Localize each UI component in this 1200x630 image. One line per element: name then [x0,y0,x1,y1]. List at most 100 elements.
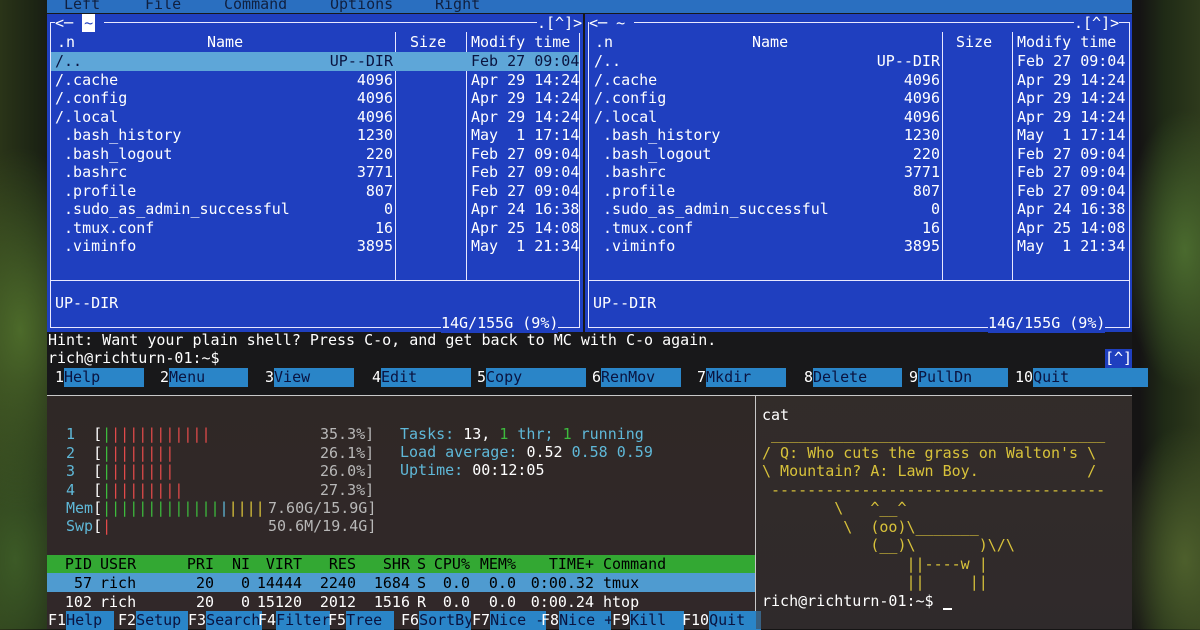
left-file-panel[interactable]: <─ ~ .[^]> .n Name Size Modify time /.. U… [47,14,583,333]
fkey-pulldn[interactable]: 9PullDn [909,368,1009,387]
file-size: 4096 [903,89,940,107]
cpu-id: 2 [66,443,76,462]
cowsay-line: || || [762,573,988,591]
file-row[interactable]: .bash_history 1230 May 1 17:14 [51,126,579,145]
col-sort-indicator[interactable]: .n [595,33,613,52]
menu-file[interactable]: File [145,0,181,14]
col-name[interactable]: Name [207,33,243,52]
file-name: /.config [594,89,667,107]
file-modify-time: May 1 17:14 [1017,126,1126,144]
htop-fkey-search[interactable]: F3Search [188,611,263,630]
file-row[interactable]: /.config 4096 Apr 29 14:24 [589,89,1129,108]
file-name: .sudo_as_admin_successful [55,200,290,218]
right-panel-nav-icon[interactable]: <─ [589,14,616,32]
file-modify-time: Apr 29 14:24 [1017,70,1126,89]
file-row[interactable]: /.cache 4096 Apr 29 14:24 [51,71,579,90]
left-panel-nav-icon[interactable]: <─ [55,14,82,32]
htop-column-label: Command [603,555,667,573]
process-cell: 102 [64,592,92,611]
fkey-number: F4 [258,611,277,629]
fkey-help[interactable]: 1Help [55,368,145,387]
fkey-label: Tree [346,611,395,630]
file-row[interactable]: .bashrc 3771 Feb 27 09:04 [589,163,1129,182]
mc-history-button[interactable]: [^] [1105,349,1132,368]
file-row[interactable]: /.. UP--DIR Feb 27 09:04 [51,52,579,71]
col-modify-time[interactable]: Modify time [1017,33,1116,52]
cpu-percent: 35.3%] [320,425,375,443]
col-size[interactable]: Size [410,33,446,52]
mc-hint: Hint: Want your plain shell? Press C-o, … [48,331,717,349]
file-modify-time: Feb 27 09:04 [471,144,580,163]
file-name: .bashrc [55,163,128,181]
file-row[interactable]: /.. UP--DIR Feb 27 09:04 [589,52,1129,71]
file-name: .viminfo [55,237,137,255]
left-panel-hotlist[interactable]: .[^]> [537,14,583,33]
fkey-number: F6 [401,611,420,629]
htop-fkey-help[interactable]: F1Help [48,611,115,630]
fkey-delete[interactable]: 8Delete [804,368,903,387]
htop-fkey-tree[interactable]: F5Tree [328,611,395,630]
fkey-menu[interactable]: 2Menu [160,368,249,387]
htop-fkey-nice[interactable]: F8Nice + [541,611,612,630]
process-cell: 0:00.32 [530,574,594,592]
file-row[interactable]: /.cache 4096 Apr 29 14:24 [589,71,1129,90]
cursor [942,608,952,610]
col-size[interactable]: Size [956,33,992,52]
fkey-number: 6 [592,368,602,386]
col-name[interactable]: Name [752,33,788,52]
cpu-bars-user: | [102,443,112,462]
htop-fkey-nice[interactable]: F7Nice - [472,611,547,630]
shell-prompt[interactable]: rich@richturn-01:~$ [762,592,952,611]
shell-command: cat [762,406,790,424]
file-row[interactable]: /.config 4096 Apr 29 14:24 [51,89,579,108]
htop-fkey-filter[interactable]: F4Filter [258,611,331,630]
fkey-number: 3 [265,368,275,386]
file-row[interactable]: /.local 4096 Apr 29 14:24 [589,108,1129,127]
file-name: .bash_history [594,126,721,144]
file-row[interactable]: .bash_logout 220 Feb 27 09:04 [589,145,1129,164]
file-row[interactable]: .viminfo 3895 May 1 21:34 [589,237,1129,256]
right-panel-hotlist[interactable]: .[^]> [1074,14,1120,33]
fkey-mkdir[interactable]: 7Mkdir [697,368,787,387]
menu-command[interactable]: Command [224,0,287,14]
right-panel-path: ~ [616,14,626,32]
right-file-panel[interactable]: <─ ~ .[^]> .n Name Size Modify time /.. U… [585,14,1132,333]
cpu-percent: 27.3%] [320,480,375,499]
file-modify-time: Feb 27 09:04 [1017,52,1126,70]
cpu-id: 3 [66,462,76,480]
file-row[interactable]: .profile 807 Feb 27 09:04 [589,182,1129,201]
file-name: .sudo_as_admin_successful [594,200,829,218]
file-row[interactable]: /.local 4096 Apr 29 14:24 [51,108,579,127]
file-row[interactable]: .sudo_as_admin_successful 0 Apr 24 16:38 [589,200,1129,219]
file-row[interactable]: .bashrc 3771 Feb 27 09:04 [51,163,579,182]
file-name: /.config [55,89,128,107]
file-row[interactable]: .bash_history 1230 May 1 17:14 [589,126,1129,145]
htop-fkey-setup[interactable]: F2Setup [118,611,189,630]
file-modify-time: Feb 27 09:04 [471,163,580,181]
file-row[interactable]: .bash_logout 220 Feb 27 09:04 [51,145,579,164]
file-row[interactable]: .viminfo 3895 May 1 21:34 [51,237,579,256]
menu-left[interactable]: Left [64,0,100,14]
menu-options[interactable]: Options [330,0,393,14]
fkey-view[interactable]: 3View [265,368,355,387]
mc-command-prompt[interactable]: rich@richturn-01:~$ [48,349,220,368]
col-sort-indicator[interactable]: .n [57,33,75,52]
htop-column-label: USER [100,555,137,573]
file-row[interactable]: .tmux.conf 16 Apr 25 14:08 [51,219,579,238]
col-modify-time[interactable]: Modify time [471,33,570,52]
file-row[interactable]: .profile 807 Feb 27 09:04 [51,182,579,201]
fkey-number: 4 [372,368,382,386]
file-modify-time: Apr 25 14:08 [1017,218,1126,237]
menu-right[interactable]: Right [435,0,480,14]
htop-fkey-kill[interactable]: F9Kill [612,611,685,630]
fkey-quit[interactable]: 10Quit [1015,368,1149,387]
file-row[interactable]: .tmux.conf 16 Apr 25 14:08 [589,219,1129,238]
mem-label: Mem [66,499,94,517]
file-size: 220 [912,144,940,163]
htop-fkey-sortby[interactable]: F6SortBy [401,611,472,630]
fkey-edit[interactable]: 4Edit [372,368,472,387]
fkey-copy[interactable]: 5Copy [477,368,587,387]
fkey-renmov[interactable]: 6RenMov [592,368,682,387]
htop-fkey-quit[interactable]: F10Quit [682,611,762,630]
file-row[interactable]: .sudo_as_admin_successful 0 Apr 24 16:38 [51,200,579,219]
